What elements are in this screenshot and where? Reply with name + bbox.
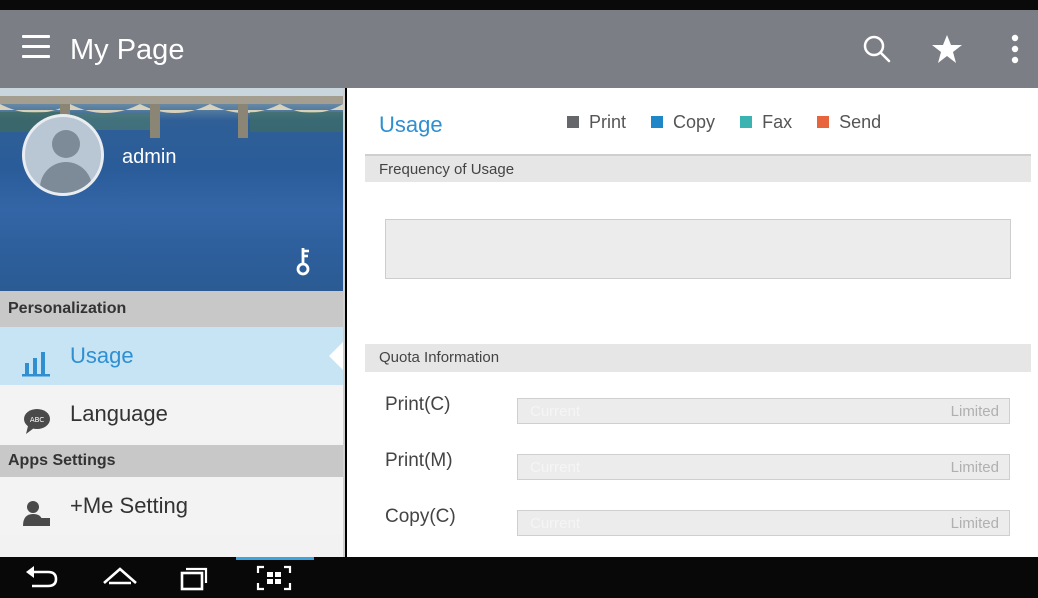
recent-apps-icon[interactable] (172, 563, 212, 593)
quota-label: Print(M) (385, 450, 453, 471)
active-app-indicator (236, 557, 314, 560)
usage-heading: Usage (379, 112, 443, 137)
app-bar: My Page (0, 10, 1038, 88)
quota-limited: Limited (950, 515, 999, 532)
more-icon[interactable] (998, 32, 1032, 66)
quota-limited: Limited (950, 459, 999, 476)
username: admin (122, 146, 177, 168)
sidebar-item-usage[interactable]: Usage (0, 327, 343, 385)
quota-bar: Current Limited (517, 454, 1010, 480)
sidebar-item-label: Usage (70, 343, 134, 368)
quota-header: Quota Information (365, 344, 1031, 372)
person-setting-icon (22, 492, 52, 526)
quota-current: Current (530, 459, 581, 476)
back-icon[interactable] (22, 563, 62, 593)
quota-row: Print(M) Current Limited (385, 444, 1015, 484)
bar-chart-icon (22, 342, 52, 377)
status-bar (0, 0, 1038, 10)
search-icon[interactable] (860, 32, 894, 66)
main-content: Usage Print Copy Fax Send Frequency of U… (347, 88, 1038, 557)
sidebar-item-language[interactable]: ABC Language (0, 385, 343, 443)
home-icon[interactable] (100, 563, 140, 593)
profile-header: admin (0, 88, 343, 291)
sidebar-item-label: Language (70, 401, 168, 426)
quota-row: Copy(C) Current Limited (385, 500, 1015, 540)
quota-current: Current (530, 515, 581, 532)
system-nav-bar (0, 557, 1038, 598)
svg-text:ABC: ABC (30, 416, 44, 424)
sidebar-item-label: +Me Setting (70, 493, 189, 518)
quota-label: Copy(C) (385, 506, 456, 527)
quota-label: Print(C) (385, 394, 451, 415)
frequency-chart-area (385, 219, 1011, 279)
section-personalization: Personalization (0, 291, 343, 327)
legend-item-copy: Copy (651, 112, 715, 133)
legend-item-print: Print (567, 112, 626, 133)
page-title: My Page (70, 34, 185, 66)
frequency-header: Frequency of Usage (365, 154, 1031, 182)
avatar[interactable] (22, 114, 104, 196)
legend-item-fax: Fax (740, 112, 792, 133)
screen-capture-icon[interactable] (254, 563, 294, 593)
sidebar: admin Personalization Usage ABC Language… (0, 88, 345, 557)
star-icon[interactable] (930, 32, 964, 66)
language-icon: ABC (22, 400, 52, 434)
quota-limited: Limited (950, 403, 999, 420)
section-apps-settings: Apps Settings (0, 445, 343, 477)
active-indicator (329, 340, 343, 372)
key-icon[interactable] (294, 246, 314, 276)
quota-current: Current (530, 403, 581, 420)
quota-bar: Current Limited (517, 510, 1010, 536)
quota-row: Print(C) Current Limited (385, 388, 1015, 428)
legend-item-send: Send (817, 112, 881, 133)
menu-icon[interactable] (22, 35, 50, 59)
quota-bar: Current Limited (517, 398, 1010, 424)
sidebar-item-me-setting[interactable]: +Me Setting (0, 477, 343, 535)
legend: Print Copy Fax Send (567, 112, 901, 133)
